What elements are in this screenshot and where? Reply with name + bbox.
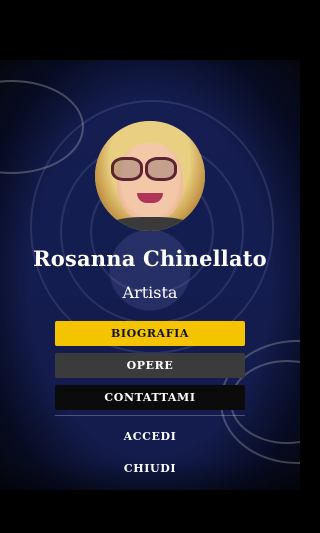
avatar-shirt xyxy=(105,217,195,231)
avatar-face xyxy=(117,143,183,223)
biografia-button[interactable]: BIOGRAFIA xyxy=(55,321,245,346)
menu-divider xyxy=(55,415,245,416)
contattami-button[interactable]: CONTATTAMI xyxy=(55,385,245,410)
chiudi-link[interactable]: CHIUDI xyxy=(0,462,300,475)
profile-name: Rosanna Chinellato xyxy=(33,246,267,271)
opere-button[interactable]: OPERE xyxy=(55,353,245,378)
profile-role: Artista xyxy=(122,283,178,302)
accedi-link[interactable]: ACCEDI xyxy=(0,430,300,443)
avatar-glasses-right xyxy=(145,157,177,181)
profile-screen: Rosanna Chinellato Artista BIOGRAFIA OPE… xyxy=(0,0,300,533)
avatar xyxy=(95,121,205,231)
avatar-glasses-left xyxy=(111,157,143,181)
